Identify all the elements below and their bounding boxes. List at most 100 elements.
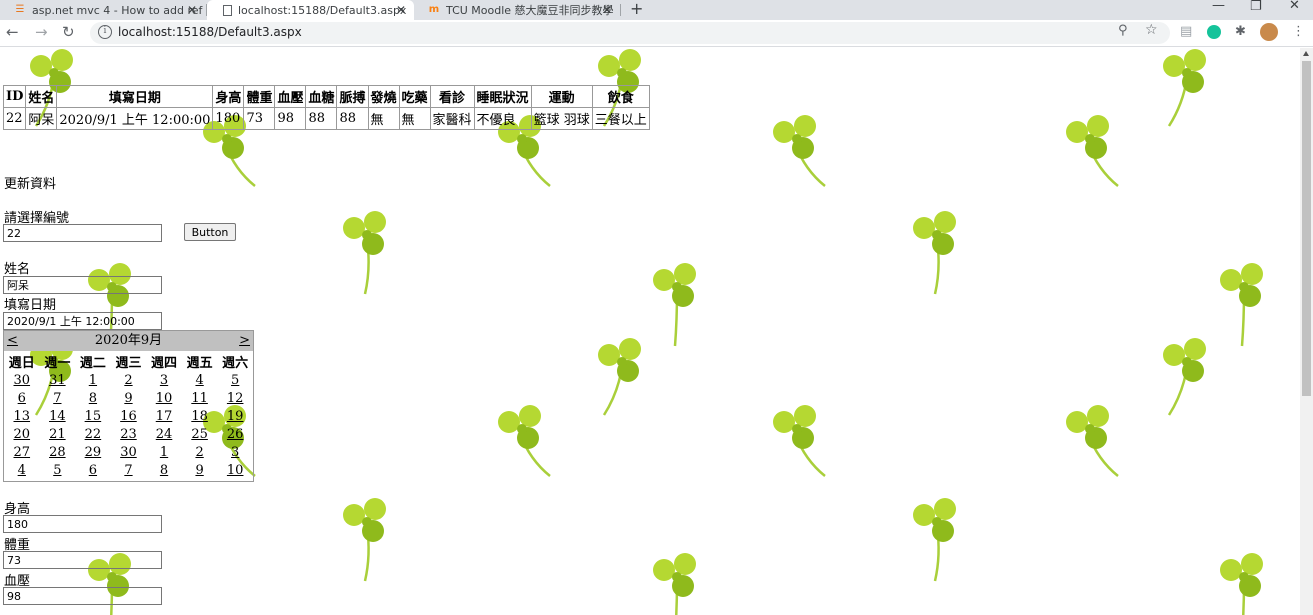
calendar-day-link[interactable]: 7 [111,461,147,479]
calendar-day-link[interactable]: 22 [75,425,111,443]
name-field[interactable] [3,276,162,294]
grid-column-header: 看診 [429,85,475,108]
calendar-day-link[interactable]: 4 [4,461,40,479]
calendar-day-link[interactable]: 12 [217,389,253,407]
calendar-day-link[interactable]: 14 [40,407,76,425]
close-window-icon[interactable]: ✕ [1289,0,1300,13]
new-tab-button[interactable]: + [630,0,643,18]
grid-cell: 88 [336,107,369,130]
next-month-link[interactable]: > [239,331,250,351]
minimize-icon[interactable]: — [1212,0,1225,13]
calendar-day-link[interactable]: 9 [111,389,147,407]
prev-month-link[interactable]: < [7,331,18,351]
calendar-day-link[interactable]: 27 [4,443,40,461]
browser-tab[interactable]: ☰ asp.net mvc 4 - How to add ref ✕ [0,0,205,20]
calendar-day-link[interactable]: 13 [4,407,40,425]
calendar-weekday: 週一 [44,356,71,371]
calendar-day-link[interactable]: 23 [111,425,147,443]
page-scrollbar[interactable] [1300,48,1313,615]
profile-avatar[interactable] [1260,23,1278,41]
calendar-day-link[interactable]: 30 [4,371,40,389]
grid-column-header: 體重 [243,85,276,108]
clover-decoration [1220,553,1263,615]
puzzle-extensions-icon[interactable]: ✱ [1235,24,1246,39]
calendar-day-link[interactable]: 21 [40,425,76,443]
zoom-icon[interactable]: ⚲ [1118,23,1128,38]
clover-decoration [1220,263,1263,347]
calendar-day-link[interactable]: 9 [182,461,218,479]
page-icon [223,4,232,16]
grid-cell: 籃球 羽球 [530,107,593,130]
calendar-day-link[interactable]: 1 [146,443,182,461]
calendar-day-link[interactable]: 8 [75,389,111,407]
calendar-day-link[interactable]: 17 [146,407,182,425]
restore-icon[interactable]: ❐ [1250,0,1262,14]
bp-field[interactable] [3,587,162,605]
submit-button[interactable]: Button [184,223,236,241]
calendar-day-link[interactable]: 3 [146,371,182,389]
scroll-up-icon[interactable] [1303,51,1309,56]
bookmark-star-icon[interactable]: ☆ [1145,22,1158,38]
calendar-day-link[interactable]: 19 [217,407,253,425]
grid-cell: 阿呆 [25,107,58,130]
grid-cell: 不優良 [473,107,532,130]
calendar-day-link[interactable]: 4 [182,371,218,389]
date-calendar: < 2020年9月 > 週日 週一 週二 週三 週四 週五 週六 30 31 1 2 3 4 5 6 7 8 9… [3,330,254,482]
calendar-weekday: 週三 [115,356,142,371]
browser-tab-active[interactable]: localhost:15188/Default3.aspx ✕ [207,0,414,20]
calendar-day-link[interactable]: 1 [75,371,111,389]
calendar-day-link[interactable]: 6 [75,461,111,479]
calendar-day-link[interactable]: 15 [75,407,111,425]
calendar-day-link[interactable]: 3 [217,443,253,461]
calendar-week-row: 6 7 8 9 10 11 12 [4,389,253,407]
browser-toolbar: ← → ↻ i localhost:15188/Default3.aspx ⚲ … [0,20,1313,47]
calendar-day-link[interactable]: 31 [40,371,76,389]
calendar-day-link[interactable]: 2 [182,443,218,461]
calendar-day-link[interactable]: 24 [146,425,182,443]
grid-cell: 98 [274,107,307,130]
grid-column-header: ID [2,85,27,108]
calendar-grid: 週日 週一 週二 週三 週四 週五 週六 30 31 1 2 3 4 5 6 7 8 9 10 11 12 13 14 15… [4,352,253,479]
calendar-day-link[interactable]: 29 [75,443,111,461]
scrollbar-thumb[interactable] [1302,61,1311,396]
calendar-day-link[interactable]: 8 [146,461,182,479]
calendar-day-link[interactable]: 20 [4,425,40,443]
reload-icon[interactable]: ↻ [62,23,75,41]
address-bar[interactable]: i localhost:15188/Default3.aspx ⚲ ☆ [90,22,1170,44]
site-info-icon[interactable]: i [98,25,112,39]
grid-cell: 22 [2,107,27,130]
calendar-day-link[interactable]: 26 [217,425,253,443]
back-icon[interactable]: ← [6,23,19,41]
address-url[interactable]: localhost:15188/Default3.aspx [118,25,302,39]
date-field[interactable] [3,312,162,330]
calendar-day-link[interactable]: 6 [4,389,40,407]
close-tab-icon[interactable]: ✕ [396,3,406,17]
calendar-day-link[interactable]: 10 [146,389,182,407]
calendar-day-link[interactable]: 7 [40,389,76,407]
calendar-day-link[interactable]: 5 [217,371,253,389]
browser-tab-strip: ☰ asp.net mvc 4 - How to add ref ✕ local… [0,0,1313,20]
select-id-field[interactable] [3,224,162,242]
calendar-week-row: 4 5 6 7 8 9 10 [4,461,253,479]
calendar-day-link[interactable]: 5 [40,461,76,479]
calendar-day-link[interactable]: 28 [40,443,76,461]
extension-icon[interactable]: ▤ [1180,24,1192,39]
browser-tab[interactable]: m TCU Moodle 慈大魔豆非同步教學 ✕ [414,0,620,20]
calendar-day-link[interactable]: 10 [217,461,253,479]
calendar-day-link[interactable]: 11 [182,389,218,407]
height-field[interactable] [3,515,162,533]
forward-icon[interactable]: → [35,23,48,41]
grid-column-header: 運動 [530,85,593,108]
calendar-day-link[interactable]: 2 [111,371,147,389]
menu-icon[interactable]: ⋮ [1292,24,1305,39]
calendar-day-link[interactable]: 16 [111,407,147,425]
close-tab-icon[interactable]: ✕ [187,3,197,17]
grammarly-icon[interactable] [1207,25,1221,39]
stackoverflow-icon: ☰ [15,4,25,15]
calendar-day-link[interactable]: 18 [182,407,218,425]
tab-title: localhost:15188/Default3.aspx [238,3,407,17]
calendar-day-link[interactable]: 25 [182,425,218,443]
weight-field[interactable] [3,551,162,569]
calendar-day-link[interactable]: 30 [111,443,147,461]
close-tab-icon[interactable]: ✕ [602,3,612,17]
